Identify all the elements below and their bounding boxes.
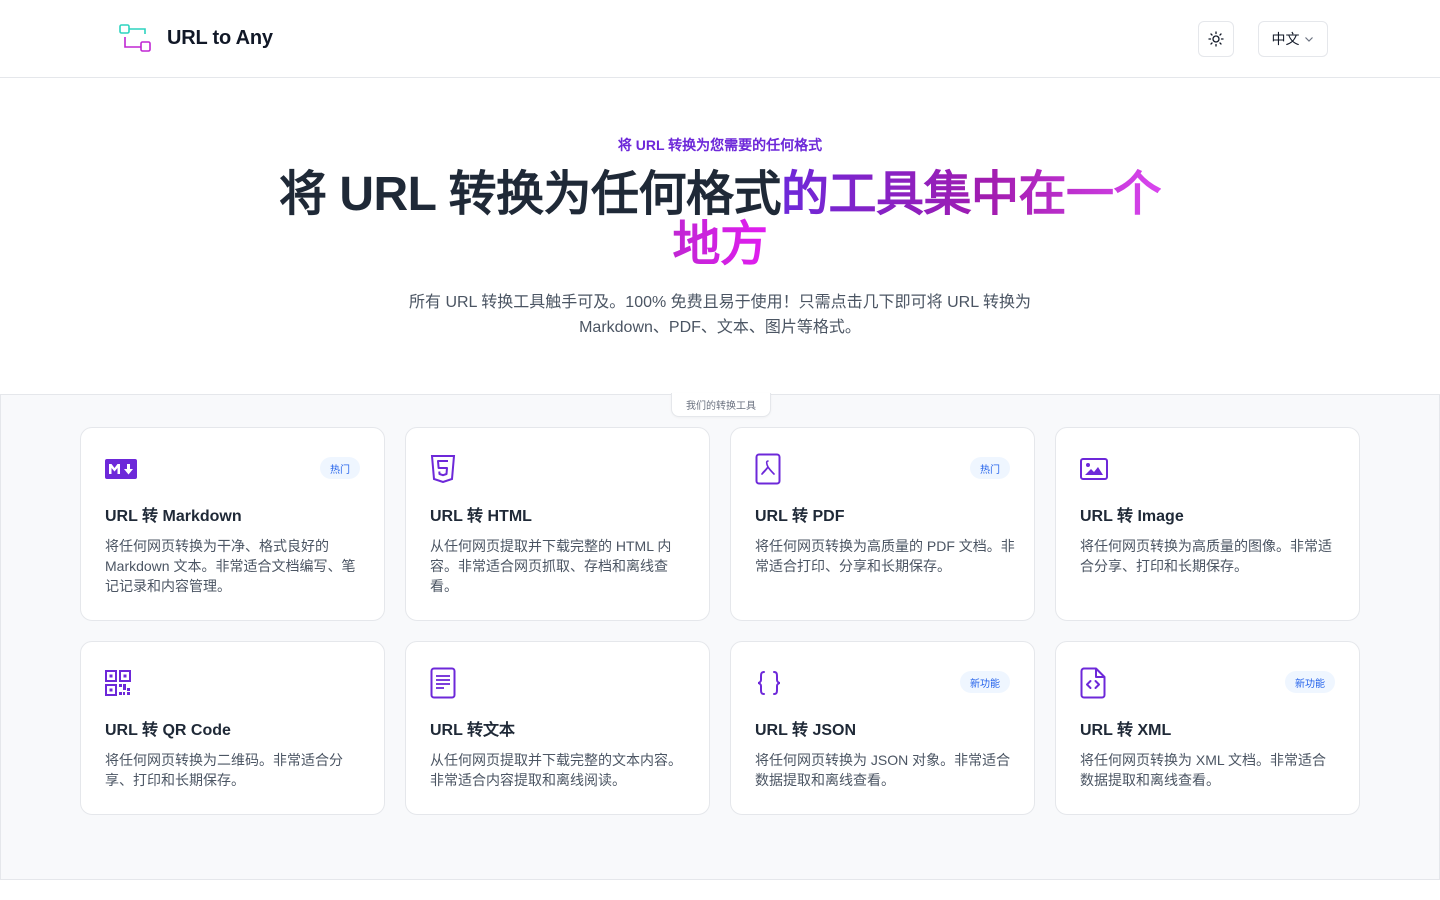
hero-title-gradient-line2: 地方 bbox=[672, 218, 768, 271]
sun-icon bbox=[1208, 31, 1224, 47]
hero-title-plain: 将 URL 转换为任何格式 bbox=[279, 168, 781, 221]
markdown-icon bbox=[105, 454, 139, 484]
hero-title-gradient: 的工具集中在一个 bbox=[780, 168, 1162, 221]
pdf-icon bbox=[755, 453, 789, 485]
tool-card-markdown[interactable]: 热门 URL 转 Markdown 将任何网页转换为干净、格式良好的 Markd… bbox=[80, 427, 385, 621]
tool-title: URL 转 HTML bbox=[430, 508, 532, 525]
tool-description: 将任何网页转换为高质量的 PDF 文档。非常适合打印、分享和长期保存。 bbox=[755, 538, 1015, 574]
tool-description: 将任何网页转换为高质量的图像。非常适合分享、打印和长期保存。 bbox=[1080, 538, 1332, 574]
hero-eyebrow: 将 URL 转换为您需要的任何格式 bbox=[617, 137, 823, 153]
tool-title: URL 转 PDF bbox=[755, 508, 845, 525]
tool-card-qr-code[interactable]: URL 转 QR Code 将任何网页转换为二维码。非常适合分享、打印和长期保存… bbox=[80, 641, 385, 815]
tool-card-xml[interactable]: 新功能 URL 转 XML 将任何网页转换为 XML 文档。非常适合数据提取和离… bbox=[1055, 641, 1360, 815]
language-label: 中文 bbox=[1271, 31, 1300, 47]
site-header: URL to Any 中文 bbox=[0, 0, 1440, 78]
tool-description: 将任何网页转换为 XML 文档。非常适合数据提取和离线查看。 bbox=[1080, 752, 1327, 788]
logo-link[interactable]: URL to Any bbox=[118, 23, 273, 53]
qr-code-icon bbox=[105, 668, 139, 698]
xml-file-icon bbox=[1080, 667, 1114, 699]
hero-title: 将 URL 转换为任何格式的工具集中在一个 地方 bbox=[270, 170, 1170, 270]
tool-description: 从任何网页提取并下载完整的 HTML 内容。非常适合网页抓取、存档和离线查看。 bbox=[430, 538, 672, 594]
badge-popular: 热门 bbox=[970, 457, 1010, 479]
language-select[interactable]: 中文 bbox=[1258, 21, 1328, 57]
tool-description: 将任何网页转换为干净、格式良好的 Markdown 文本。非常适合文档编写、笔记… bbox=[105, 538, 356, 594]
tool-description: 将任何网页转换为二维码。非常适合分享、打印和长期保存。 bbox=[105, 752, 343, 788]
image-icon bbox=[1080, 454, 1114, 484]
json-braces-icon bbox=[755, 668, 789, 698]
app-name: URL to Any bbox=[167, 26, 273, 49]
tool-title: URL 转文本 bbox=[430, 722, 516, 739]
badge-popular: 热门 bbox=[320, 457, 360, 479]
tool-card-text[interactable]: URL 转文本 从任何网页提取并下载完整的文本内容。非常适合内容提取和离线阅读。 bbox=[405, 641, 710, 815]
tool-title: URL 转 XML bbox=[1080, 722, 1172, 739]
tool-description: 将任何网页转换为 JSON 对象。非常适合数据提取和离线查看。 bbox=[755, 752, 1011, 788]
logo-icon bbox=[119, 24, 151, 52]
tool-card-image[interactable]: URL 转 Image 将任何网页转换为高质量的图像。非常适合分享、打印和长期保… bbox=[1055, 427, 1360, 621]
badge-new: 新功能 bbox=[960, 671, 1010, 693]
tool-title: URL 转 QR Code bbox=[105, 722, 231, 739]
tool-description: 从任何网页提取并下载完整的文本内容。非常适合内容提取和离线阅读。 bbox=[430, 752, 682, 788]
tool-title: URL 转 Markdown bbox=[105, 508, 242, 525]
tool-card-json[interactable]: 新功能 URL 转 JSON 将任何网页转换为 JSON 对象。非常适合数据提取… bbox=[730, 641, 1035, 815]
text-document-icon bbox=[430, 667, 464, 699]
hero-subtitle: 所有 URL 转换工具触手可及。100% 免费且易于使用！只需点击几下即可将 U… bbox=[409, 294, 1031, 336]
tool-title: URL 转 JSON bbox=[755, 722, 857, 739]
tools-section-label: 我们的转换工具 bbox=[671, 393, 771, 417]
chevron-down-icon bbox=[1304, 37, 1313, 42]
html5-icon bbox=[430, 454, 464, 484]
tool-card-html[interactable]: URL 转 HTML 从任何网页提取并下载完整的 HTML 内容。非常适合网页抓… bbox=[405, 427, 710, 621]
tools-section: 我们的转换工具 热门 URL 转 Markdown 将任何网页转换为干净、格式良… bbox=[0, 393, 1440, 880]
badge-new: 新功能 bbox=[1285, 671, 1335, 693]
tool-title: URL 转 Image bbox=[1080, 508, 1184, 525]
theme-toggle-button[interactable] bbox=[1198, 21, 1234, 57]
tool-card-pdf[interactable]: 热门 URL 转 PDF 将任何网页转换为高质量的 PDF 文档。非常适合打印、… bbox=[730, 427, 1035, 621]
